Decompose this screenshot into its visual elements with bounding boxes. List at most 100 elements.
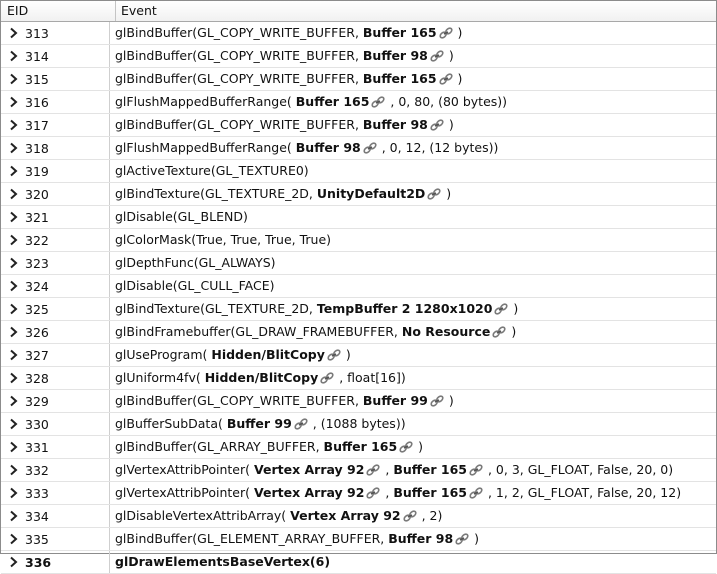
resource-name[interactable]: No Resource: [402, 324, 490, 339]
chevron-right-icon[interactable]: [1, 533, 25, 545]
resource-name[interactable]: Vertex Array 92: [290, 508, 400, 523]
resource-link-icon[interactable]: [426, 186, 442, 207]
resource-link-icon[interactable]: [429, 48, 445, 69]
chevron-right-icon[interactable]: [1, 119, 25, 131]
resource-link-icon[interactable]: [365, 462, 381, 483]
resource-name[interactable]: Buffer 98: [363, 48, 428, 63]
event-list: 313 glBindBuffer(GL_COPY_WRITE_BUFFER, Bu…: [1, 22, 716, 574]
chevron-right-icon[interactable]: [1, 303, 25, 315]
event-text: glDisableVertexAttribArray(: [115, 508, 291, 523]
resource-name[interactable]: UnityDefault2D: [317, 186, 425, 201]
resource-link-icon[interactable]: [438, 71, 454, 92]
resource-link-icon[interactable]: [493, 301, 509, 322]
chevron-right-icon[interactable]: [1, 50, 25, 62]
event-row[interactable]: 326 glBindFramebuffer(GL_DRAW_FRAMEBUFFER…: [1, 321, 716, 344]
resource-name[interactable]: Buffer 98: [363, 117, 428, 132]
chevron-right-icon[interactable]: [1, 441, 25, 453]
column-header-eid[interactable]: EID: [1, 1, 116, 21]
eid-label: 332: [25, 462, 49, 478]
event-row[interactable]: 317 glBindBuffer(GL_COPY_WRITE_BUFFER, Bu…: [1, 114, 716, 137]
resource-name[interactable]: Vertex Array 92: [254, 462, 364, 477]
event-row[interactable]: 321 glDisable(GL_BLEND): [1, 206, 716, 229]
resource-name[interactable]: Buffer 165: [296, 94, 370, 109]
chevron-right-icon[interactable]: [1, 326, 25, 338]
resource-link-icon[interactable]: [293, 416, 309, 437]
event-row[interactable]: 316 glFlushMappedBufferRange( Buffer 165 …: [1, 91, 716, 114]
event-row[interactable]: 325 glBindTexture(GL_TEXTURE_2D, TempBuff…: [1, 298, 716, 321]
chevron-right-icon[interactable]: [1, 556, 25, 568]
resource-link-icon[interactable]: [319, 370, 335, 391]
event-row[interactable]: 327 glUseProgram( Hidden/BlitCopy ): [1, 344, 716, 367]
resource-name[interactable]: Buffer 165: [324, 439, 398, 454]
event-row[interactable]: 334 glDisableVertexAttribArray( Vertex Ar…: [1, 505, 716, 528]
resource-link-icon[interactable]: [370, 94, 386, 115]
eid-cell: 326: [1, 321, 110, 343]
chevron-right-icon[interactable]: [1, 510, 25, 522]
resource-name[interactable]: Buffer 98: [296, 140, 361, 155]
chevron-right-icon[interactable]: [1, 257, 25, 269]
resource-name[interactable]: TempBuffer 2 1280x1020: [317, 301, 493, 316]
event-row[interactable]: 329 glBindBuffer(GL_COPY_WRITE_BUFFER, Bu…: [1, 390, 716, 413]
chevron-right-icon[interactable]: [1, 73, 25, 85]
event-row[interactable]: 319 glActiveTexture(GL_TEXTURE0): [1, 160, 716, 183]
chevron-right-icon[interactable]: [1, 234, 25, 246]
event-row[interactable]: 315 glBindBuffer(GL_COPY_WRITE_BUFFER, Bu…: [1, 68, 716, 91]
event-text: ): [509, 301, 519, 316]
event-row[interactable]: 336 glDrawElementsBaseVertex(6): [1, 551, 716, 574]
chevron-right-icon[interactable]: [1, 487, 25, 499]
event-row[interactable]: 313 glBindBuffer(GL_COPY_WRITE_BUFFER, Bu…: [1, 22, 716, 45]
chevron-right-icon[interactable]: [1, 464, 25, 476]
event-row[interactable]: 332 glVertexAttribPointer( Vertex Array 9…: [1, 459, 716, 482]
event-row[interactable]: 323 glDepthFunc(GL_ALWAYS): [1, 252, 716, 275]
resource-link-icon[interactable]: [365, 485, 381, 506]
event-row[interactable]: 314 glBindBuffer(GL_COPY_WRITE_BUFFER, Bu…: [1, 45, 716, 68]
resource-name[interactable]: Hidden/BlitCopy: [211, 347, 325, 362]
chevron-right-icon[interactable]: [1, 418, 25, 430]
resource-name[interactable]: Buffer 165: [393, 485, 467, 500]
resource-name[interactable]: Vertex Array 92: [254, 485, 364, 500]
resource-name[interactable]: Buffer 165: [363, 71, 437, 86]
chevron-right-icon[interactable]: [1, 349, 25, 361]
resource-name[interactable]: Buffer 165: [363, 25, 437, 40]
resource-name[interactable]: Hidden/BlitCopy: [205, 370, 319, 385]
chevron-right-icon[interactable]: [1, 27, 25, 39]
resource-name[interactable]: Buffer 98: [388, 531, 453, 546]
event-cell: glBindBuffer(GL_COPY_WRITE_BUFFER, Buffe…: [110, 68, 462, 90]
chevron-right-icon[interactable]: [1, 165, 25, 177]
event-row[interactable]: 330 glBufferSubData( Buffer 99 , (1088 by…: [1, 413, 716, 436]
resource-link-icon[interactable]: [491, 324, 507, 345]
resource-link-icon[interactable]: [362, 140, 378, 161]
resource-link-icon[interactable]: [468, 485, 484, 506]
resource-name[interactable]: Buffer 99: [363, 393, 428, 408]
chevron-right-icon[interactable]: [1, 188, 25, 200]
chevron-right-icon[interactable]: [1, 280, 25, 292]
chevron-right-icon[interactable]: [1, 372, 25, 384]
eid-label: 319: [25, 163, 49, 179]
resource-link-icon[interactable]: [438, 25, 454, 46]
event-row[interactable]: 331 glBindBuffer(GL_ARRAY_BUFFER, Buffer …: [1, 436, 716, 459]
event-row[interactable]: 320 glBindTexture(GL_TEXTURE_2D, UnityDef…: [1, 183, 716, 206]
column-header-event[interactable]: Event: [116, 1, 157, 21]
resource-name[interactable]: Buffer 99: [227, 416, 292, 431]
chevron-right-icon[interactable]: [1, 211, 25, 223]
event-row[interactable]: 324 glDisable(GL_CULL_FACE): [1, 275, 716, 298]
resource-link-icon[interactable]: [326, 347, 342, 368]
event-row[interactable]: 318 glFlushMappedBufferRange( Buffer 98 ,…: [1, 137, 716, 160]
resource-link-icon[interactable]: [454, 531, 470, 552]
resource-name[interactable]: Buffer 165: [393, 462, 467, 477]
resource-link-icon[interactable]: [398, 439, 414, 460]
eid-cell: 330: [1, 413, 110, 435]
resource-link-icon[interactable]: [402, 508, 418, 529]
chevron-right-icon[interactable]: [1, 96, 25, 108]
event-row[interactable]: 328 glUniform4fv( Hidden/BlitCopy , float…: [1, 367, 716, 390]
event-row[interactable]: 335 glBindBuffer(GL_ELEMENT_ARRAY_BUFFER,…: [1, 528, 716, 551]
event-text: , float[16]): [335, 370, 406, 385]
resource-link-icon[interactable]: [468, 462, 484, 483]
event-row[interactable]: 333 glVertexAttribPointer( Vertex Array 9…: [1, 482, 716, 505]
event-row[interactable]: 322 glColorMask(True, True, True, True): [1, 229, 716, 252]
resource-link-icon[interactable]: [429, 117, 445, 138]
chevron-right-icon[interactable]: [1, 395, 25, 407]
chevron-right-icon[interactable]: [1, 142, 25, 154]
event-text: glBindBuffer(GL_COPY_WRITE_BUFFER,: [115, 48, 363, 63]
resource-link-icon[interactable]: [429, 393, 445, 414]
